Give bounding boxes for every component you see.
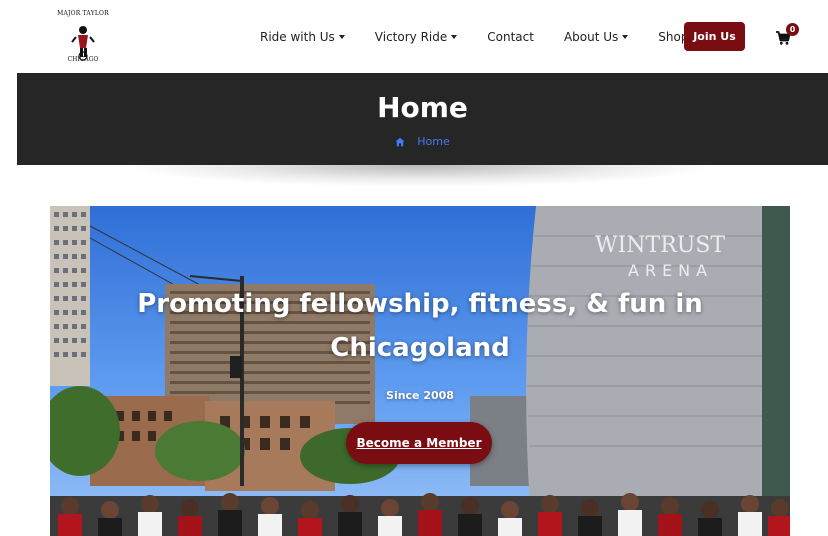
hero-background-image: WINTRUST ARENA [50,206,790,536]
nav-item-label: Ride with Us [260,30,335,44]
caret-down-icon [451,35,458,39]
main-nav: Ride with Us Victory Ride Contact About … [260,22,718,52]
home-icon[interactable] [395,137,405,147]
cart-button[interactable]: 0 [775,23,801,48]
nav-item-ride-with-us[interactable]: Ride with Us [260,30,345,44]
breadcrumb-home-link[interactable]: Home [417,135,449,148]
page: MAJOR TAYLOR CHICAGO Ride with Us Victor… [0,0,828,536]
nav-item-about-us[interactable]: About Us [563,30,629,44]
cart-count-badge: 0 [786,23,799,36]
site-header: MAJOR TAYLOR CHICAGO Ride with Us Victor… [0,0,828,73]
banner-shadow [120,165,720,187]
logo-bottom-text: CHICAGO [67,56,99,63]
page-title-banner: Home Home [17,73,828,165]
hero-section: WINTRUST ARENA Promoting fellowship, fit… [50,206,790,536]
site-logo[interactable]: MAJOR TAYLOR CHICAGO [56,4,110,66]
become-a-member-button[interactable]: Become a Member [346,422,492,464]
arena-sign-line2: ARENA [628,261,713,280]
nav-item-label: Contact [487,30,534,44]
join-us-button[interactable]: Join Us [684,22,745,51]
page-title: Home [377,91,468,124]
caret-down-icon [622,35,629,39]
nav-item-contact[interactable]: Contact [487,30,534,44]
hero-since-text: Since 2008 [386,389,454,402]
nav-item-label: About Us [563,30,619,44]
nav-item-label: Victory Ride [374,30,448,44]
breadcrumb: Home [17,135,828,148]
hero-heading: Promoting fellowship, fitness, & fun in … [137,289,703,363]
caret-down-icon [338,35,345,39]
nav-item-victory-ride[interactable]: Victory Ride [374,30,458,44]
arena-sign-line1: WINTRUST [595,233,725,258]
logo-top-text: MAJOR TAYLOR [57,10,109,17]
